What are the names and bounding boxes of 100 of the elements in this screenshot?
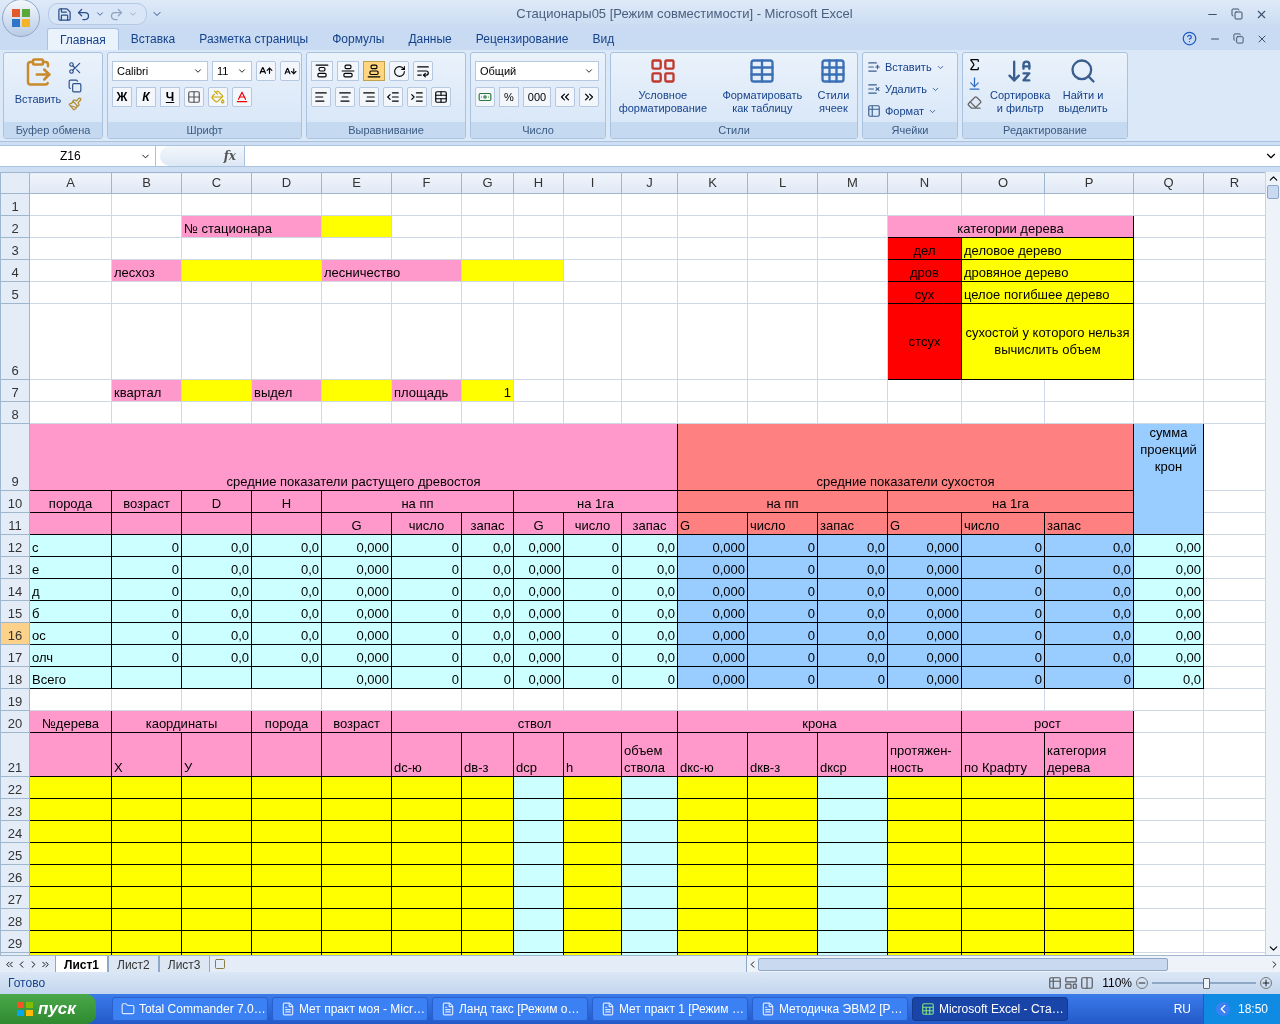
italic-button[interactable]: К [136,87,156,107]
merge-button[interactable] [431,87,451,107]
cut-icon[interactable] [68,61,82,75]
bold-button[interactable]: Ж [112,87,132,107]
row-header[interactable]: 5 [0,281,30,303]
cells-button[interactable]: Удалить [867,79,945,99]
row-header[interactable]: 3 [0,237,30,259]
ribbon-tab[interactable]: Главная [47,28,119,50]
row-header[interactable]: 12 [0,534,30,556]
row-header[interactable]: 21 [0,732,30,776]
zoom-slider[interactable] [1152,977,1256,989]
sheet-tab[interactable]: Лист2 [108,955,159,973]
row-header[interactable]: 19 [0,688,30,710]
column-header[interactable]: F [391,172,462,193]
column-header[interactable]: J [621,172,678,193]
row-header[interactable]: 17 [0,644,30,666]
row-header[interactable]: 18 [0,666,30,688]
zoom-in-icon[interactable] [1260,977,1272,989]
ribbon-tab[interactable]: Разметка страницы [187,28,321,50]
save-icon[interactable] [57,6,72,22]
row-header[interactable]: 6 [0,303,30,379]
clear-icon[interactable] [967,95,982,110]
column-header[interactable]: E [321,172,392,193]
undo-icon[interactable] [76,6,91,22]
taskbar-button[interactable]: Методичка ЭВМ2 [Р… [751,997,908,1021]
indent-decrease-button[interactable] [383,87,403,107]
copy-icon[interactable] [68,79,82,93]
vertical-align-button[interactable] [363,61,385,81]
page-layout-icon[interactable] [1064,976,1079,990]
office-button[interactable] [2,0,40,37]
restore-icon[interactable] [1233,33,1244,44]
new-sheet-icon[interactable] [213,958,226,970]
column-header[interactable]: N [887,172,962,193]
editing-button[interactable]: Сортировка и фильтр [990,57,1051,115]
column-header[interactable]: A [29,172,112,193]
taskbar-button[interactable]: Мет практ 1 [Режим … [591,997,748,1021]
wrap-text-button[interactable] [413,61,433,81]
percent-button[interactable]: % [499,87,519,107]
fill-color-button[interactable] [208,87,228,107]
indent-increase-button[interactable] [407,87,427,107]
row-header[interactable]: 7 [0,379,30,401]
row-header[interactable]: 14 [0,578,30,600]
cells-button[interactable]: Формат [867,101,945,121]
borders-button[interactable] [184,87,204,107]
row-header[interactable]: 13 [0,556,30,578]
underline-button[interactable]: Ч [160,87,180,107]
font-field[interactable]: Calibri [112,61,208,81]
vertical-align-button[interactable] [311,61,333,81]
sum-icon[interactable] [967,57,982,72]
number-format-field[interactable]: Общий [475,61,599,81]
horizontal-scrollbar[interactable] [745,956,1280,972]
paste-button[interactable]: Вставить [8,57,68,108]
column-header[interactable]: L [747,172,818,193]
font-color-button[interactable] [232,87,252,107]
column-header[interactable]: G [461,172,514,193]
styles-button[interactable]: Форматировать как таблицу [722,57,803,115]
vertical-align-button[interactable] [337,61,359,81]
sheet-tab[interactable]: Лист1 [55,955,109,973]
scroll-thumb[interactable] [757,957,1168,971]
row-header[interactable]: 10 [0,490,30,512]
column-header[interactable]: R [1203,172,1265,193]
row-header[interactable]: 28 [0,908,30,930]
row-header[interactable]: 16 [0,622,30,644]
grow-font-button[interactable] [256,61,276,81]
column-header[interactable]: I [563,172,622,193]
align-center-button[interactable] [335,87,355,107]
row-header[interactable]: 24 [0,820,30,842]
ribbon-tab[interactable]: Рецензирование [463,28,581,50]
column-header[interactable]: B [111,172,182,193]
fill-icon[interactable] [967,76,982,91]
row-header[interactable]: 27 [0,886,30,908]
help-icon[interactable] [1182,31,1197,46]
row-header[interactable]: 23 [0,798,30,820]
slider-thumb[interactable] [1203,977,1211,989]
language-indicator[interactable]: RU [1173,1000,1191,1018]
ribbon-tab[interactable]: Данные [396,28,464,50]
decrease-decimal-button[interactable] [579,87,600,107]
row-header[interactable]: 2 [0,215,30,237]
row-header[interactable]: 25 [0,842,30,864]
row-header[interactable]: 1 [0,193,30,215]
scroll-thumb[interactable] [1267,185,1279,199]
restore-icon[interactable] [1231,8,1243,20]
row-header[interactable]: 22 [0,776,30,798]
caret-icon[interactable] [95,9,105,19]
editing-button[interactable]: Найти и выделить [1058,57,1108,115]
row-header[interactable]: 9 [0,423,30,490]
currency-button[interactable] [475,87,495,107]
font-size-field[interactable]: 11 [212,61,252,81]
shrink-font-button[interactable] [280,61,300,81]
row-header[interactable]: 26 [0,864,30,886]
row-header[interactable]: 11 [0,512,30,534]
sheet-tab[interactable]: Лист3 [158,955,210,973]
normal-view-icon[interactable] [1048,976,1063,990]
taskbar-button[interactable]: Ланд такс [Режим о… [431,997,588,1021]
align-right-button[interactable] [359,87,379,107]
orientation-button[interactable] [389,61,409,81]
start-button[interactable]: пуск [0,994,96,1024]
column-header[interactable]: O [961,172,1045,193]
row-header[interactable]: 15 [0,600,30,622]
ribbon-tab[interactable]: Вставка [118,28,188,50]
